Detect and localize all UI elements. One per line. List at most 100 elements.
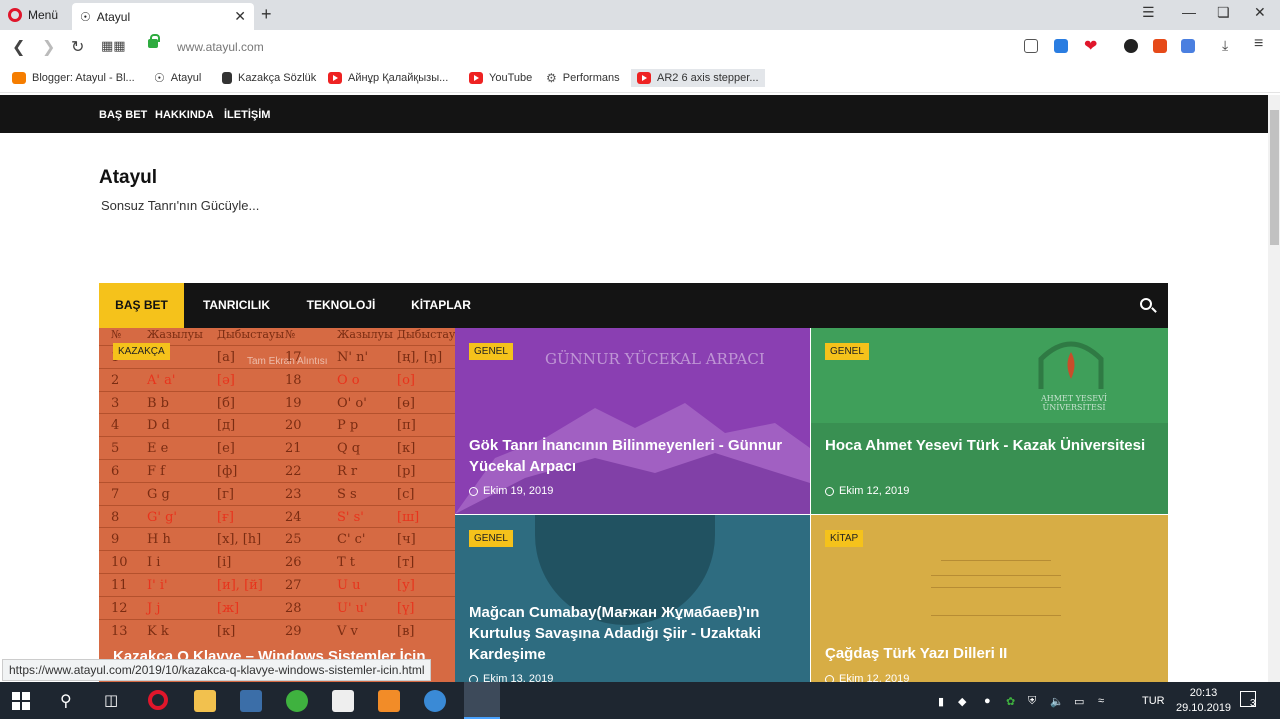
university-logo-icon bbox=[1038, 341, 1104, 389]
table-cell: 24 bbox=[285, 509, 302, 525]
table-cell: 4 bbox=[111, 418, 120, 434]
tray-app-icon[interactable]: ◆ bbox=[958, 695, 966, 708]
topnav-bas-bet[interactable]: BAŞ BET bbox=[99, 109, 147, 121]
download-icon[interactable]: ⤓ bbox=[1222, 37, 1236, 53]
site-title[interactable]: Atayul bbox=[99, 167, 157, 189]
bookmark-item[interactable]: AR2 6 axis stepper... bbox=[631, 69, 765, 87]
tab-menu-icon[interactable]: ☰ bbox=[1142, 4, 1155, 21]
table-cell: O o bbox=[337, 372, 360, 388]
category-badge[interactable]: KİTAP bbox=[825, 530, 864, 547]
file-explorer-icon[interactable] bbox=[194, 690, 216, 712]
tray-display-icon[interactable]: ▭ bbox=[1074, 695, 1084, 708]
table-cell: [к] bbox=[397, 441, 416, 457]
search-icon[interactable]: ⚲ bbox=[60, 691, 72, 711]
mainnav-bas-bet[interactable]: BAŞ BET bbox=[99, 283, 184, 328]
windows-start-icon[interactable] bbox=[12, 692, 30, 710]
new-tab-button[interactable]: + bbox=[261, 4, 272, 25]
table-row-line bbox=[99, 481, 455, 483]
category-badge[interactable]: GENEL bbox=[469, 530, 513, 547]
scrollbar-thumb[interactable] bbox=[1270, 110, 1279, 245]
image-caption-text: GÜNNUR YÜCEKAL ARPACI bbox=[545, 350, 765, 368]
table-cell: Q q bbox=[337, 441, 361, 457]
bookmark-item[interactable]: YouTube bbox=[469, 69, 532, 87]
office-icon[interactable] bbox=[1153, 39, 1167, 53]
reload-button[interactable]: ↻ bbox=[71, 37, 84, 57]
mail-icon[interactable] bbox=[332, 690, 354, 712]
tray-shield-icon[interactable]: ⛨ bbox=[1028, 695, 1036, 708]
snapshot-icon[interactable] bbox=[1024, 39, 1038, 53]
post-card-magcan-cumabay[interactable]: GENEL Mağcan Cumabay(Мағжан Жұмабаев)'ın… bbox=[455, 515, 810, 682]
forward-button[interactable]: ❯ bbox=[42, 37, 55, 57]
table-cell: D d bbox=[147, 418, 170, 434]
network-app-icon[interactable] bbox=[424, 690, 446, 712]
post-title[interactable]: Mağcan Cumabay(Мағжан Жұмабаев)'ın Kurtu… bbox=[469, 602, 798, 665]
close-window-button[interactable]: ✕ bbox=[1254, 4, 1266, 21]
maximize-button[interactable]: ❏ bbox=[1217, 4, 1230, 21]
post-title[interactable]: Hoca Ahmet Yesevi Türk - Kazak Üniversit… bbox=[825, 435, 1156, 456]
table-row-line bbox=[99, 390, 455, 392]
table-cell: [п] bbox=[397, 418, 416, 434]
url-field[interactable]: www.atayul.com bbox=[177, 40, 264, 54]
table-cell: [ө] bbox=[397, 395, 415, 411]
tray-icq-icon[interactable]: ✿ bbox=[1006, 695, 1015, 708]
table-header-cell: Жазылуы bbox=[147, 328, 203, 341]
tray-wifi-icon[interactable]: ≈ bbox=[1098, 695, 1104, 707]
table-row-line bbox=[99, 459, 455, 460]
opera-taskbar-icon[interactable] bbox=[148, 690, 168, 710]
post-card-kazakca[interactable]: №ЖазылуыДыбыстауы№ЖазылуыДыбыстауыTam Ek… bbox=[99, 328, 455, 682]
easy-setup-icon[interactable]: ≡ bbox=[1254, 35, 1268, 52]
w-extension-icon[interactable] bbox=[1124, 39, 1138, 53]
taskbar-clock[interactable]: 20:13 29.10.2019 bbox=[1176, 686, 1231, 716]
table-cell: I i bbox=[147, 555, 161, 571]
opera-menu-button[interactable]: Menü bbox=[8, 7, 58, 23]
bookmark-item[interactable]: Blogger: Atayul - Bl... bbox=[12, 69, 135, 87]
tray-speaker-icon[interactable]: 🔈 bbox=[1050, 695, 1064, 708]
close-tab-icon[interactable]: ✕ bbox=[234, 8, 246, 25]
mainnav-kitaplar[interactable]: KİTAPLAR bbox=[393, 283, 489, 328]
translate-icon[interactable] bbox=[1181, 39, 1195, 53]
computer-icon[interactable] bbox=[240, 690, 262, 712]
pdf-app-icon[interactable] bbox=[378, 690, 400, 712]
back-button[interactable]: ❮ bbox=[12, 37, 25, 57]
bookmark-item[interactable]: Айнұр Қалайқызы... bbox=[328, 69, 448, 87]
heart-icon[interactable]: ❤ bbox=[1084, 36, 1098, 55]
table-cell: G' g' bbox=[147, 509, 177, 525]
icq-icon[interactable] bbox=[286, 690, 308, 712]
speed-dial-icon[interactable]: ▦▦ bbox=[101, 38, 126, 54]
bookmark-item[interactable]: ⚙ Performans bbox=[546, 69, 620, 87]
category-badge[interactable]: GENEL bbox=[825, 343, 869, 360]
search-icon[interactable] bbox=[1140, 298, 1152, 310]
category-badge[interactable]: GENEL bbox=[469, 343, 513, 360]
tab-atayul[interactable]: ☉ Atayul ✕ bbox=[72, 3, 254, 30]
clock-icon bbox=[469, 486, 478, 496]
category-badge[interactable]: KAZAKÇA bbox=[113, 343, 170, 360]
book-cover-line bbox=[941, 560, 1051, 561]
table-cell: H h bbox=[147, 532, 171, 548]
bookmark-label: Айнұр Қалайқызы... bbox=[348, 72, 449, 84]
post-title[interactable]: Çağdaş Türk Yazı Dilleri II bbox=[825, 643, 1156, 664]
topnav-iletisim[interactable]: İLETİŞİM bbox=[224, 109, 270, 121]
topnav-hakkinda[interactable]: HAKKINDA bbox=[155, 109, 214, 121]
task-view-icon[interactable]: ◫ bbox=[104, 691, 118, 709]
tray-battery-icon[interactable]: ▮ bbox=[938, 695, 944, 708]
table-header-cell: Дыбыстауы bbox=[217, 328, 285, 341]
table-cell: 9 bbox=[111, 532, 120, 548]
post-card-cagdas-turk[interactable]: KİTAP Çağdaş Türk Yazı Dilleri II Ekim 1… bbox=[811, 515, 1168, 682]
bookmark-item[interactable]: Kazakça Sözlük bbox=[222, 69, 316, 87]
post-title[interactable]: Gök Tanrı İnancının Bilinmeyenleri - Gün… bbox=[469, 435, 798, 477]
table-cell: [у] bbox=[397, 578, 415, 593]
book-cover-line bbox=[931, 615, 1061, 616]
mainnav-teknoloji[interactable]: TEKNOLOJİ bbox=[289, 283, 393, 328]
table-cell: K k bbox=[147, 623, 169, 639]
adblock-icon[interactable] bbox=[1054, 39, 1068, 53]
mainnav-tanricilik[interactable]: TANRICILIK bbox=[184, 283, 289, 328]
table-cell: [ң], [ŋ] bbox=[397, 350, 443, 365]
language-indicator[interactable]: TUR bbox=[1142, 695, 1165, 707]
tray-network-icon[interactable]: ● bbox=[984, 695, 991, 707]
post-card-ahmet-yesevi[interactable]: AHMET YESEVİ ÜNİVERSİTESİ GENEL Hoca Ahm… bbox=[811, 328, 1168, 514]
minimize-button[interactable]: — bbox=[1182, 4, 1196, 20]
bookmark-item[interactable]: ☉ Atayul bbox=[154, 69, 201, 87]
active-app-icon[interactable] bbox=[464, 682, 500, 719]
table-cell: 12 bbox=[111, 600, 128, 616]
post-card-gok-tanri[interactable]: GÜNNUR YÜCEKAL ARPACI GENEL Gök Tanrı İn… bbox=[455, 328, 810, 514]
